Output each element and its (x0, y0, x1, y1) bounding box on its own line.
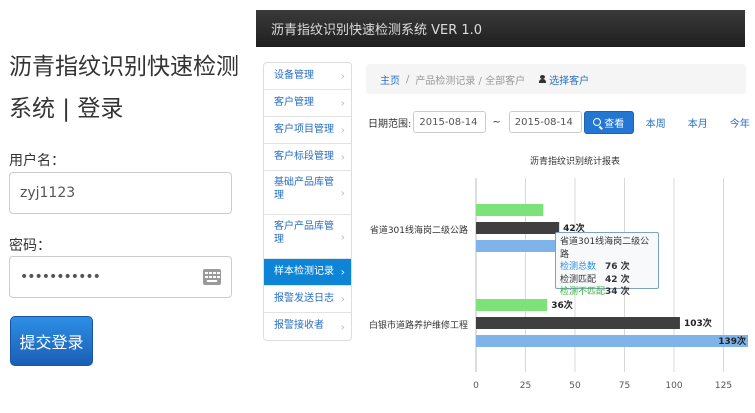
x-tick-label: 125 (715, 381, 732, 391)
sidebar-item-base-product[interactable]: 基础产品库管理 › (264, 171, 351, 215)
bar-label: 103次 (684, 317, 712, 329)
bar (476, 222, 560, 234)
user-icon (539, 75, 547, 83)
tooltip-value: 42 次 (605, 274, 630, 285)
sidebar-item-device[interactable]: 设备管理 › (264, 63, 351, 90)
x-tick-label: 25 (520, 381, 531, 391)
sidebar-item-customer-project[interactable]: 客户项目管理 › (264, 117, 351, 144)
tooltip-key: 检测匹配 (560, 274, 597, 285)
sidebar-item-label: 客户管理 (274, 97, 314, 108)
x-tick-label: 50 (569, 381, 581, 391)
sidebar-item-label: 设备管理 (274, 70, 314, 81)
chevron-right-icon: › (340, 123, 345, 137)
bar (476, 335, 748, 347)
this-year-link[interactable]: 今年 (730, 115, 750, 130)
username-value: zyj1123 (20, 185, 76, 201)
sidebar-item-sample-records[interactable]: 样本检测记录 › (264, 259, 351, 286)
chevron-right-icon: › (340, 292, 345, 306)
select-customer-link[interactable]: 选择客户 (549, 72, 589, 87)
sidebar-item-alarm-log[interactable]: 报警发送日志 › (264, 286, 351, 313)
chevron-right-icon: › (340, 186, 345, 199)
login-title: 沥青指纹识别快速检测系统 | 登录 (9, 54, 239, 122)
breadcrumb: 主页 / 产品检测记录 / 全部客户 选择客户 (366, 64, 746, 94)
sidebar-item-customer[interactable]: 客户管理 › (264, 90, 351, 117)
sidebar-item-alarm-receivers[interactable]: 报警接收者 › (264, 313, 351, 340)
tooltip-key: 检测不匹配 (560, 287, 606, 297)
sidebar-item-label: 报警接收者 (274, 320, 324, 331)
end-date-input[interactable]: 2015-08-14 (508, 111, 582, 133)
breadcrumb-current: 产品检测记录 / 全部客户 (415, 75, 526, 87)
keyboard-icon[interactable] (203, 269, 221, 285)
breadcrumb-separator: / (406, 73, 410, 85)
password-value: ••••••••••• (20, 269, 101, 285)
tooltip-value: 76 次 (605, 262, 630, 272)
username-input[interactable]: zyj1123 (9, 172, 232, 214)
chevron-right-icon: › (340, 320, 345, 333)
chevron-right-icon: › (340, 69, 345, 83)
tooltip-title: 省道301线海岗二级公路 (560, 237, 650, 260)
start-date-value: 2015-08-14 (419, 116, 478, 128)
search-icon (593, 118, 602, 126)
date-tilde: ~ (492, 116, 501, 128)
search-button[interactable]: 查看 (583, 110, 634, 134)
sidebar-item-customer-product[interactable]: 客户产品库管理 › (264, 215, 351, 259)
breadcrumb-home[interactable]: 主页 (380, 72, 400, 87)
bar-label: 36次 (551, 299, 573, 311)
sidebar-item-label: 客户产品库管理 (274, 221, 334, 245)
x-tick-label: 75 (619, 381, 630, 391)
sidebar-item-customer-section[interactable]: 客户标段管理 › (264, 144, 351, 171)
date-range-label: 日期范围: (368, 118, 412, 130)
category-label: 省道301线海岗二级公路 (370, 224, 468, 236)
username-label: 用户名： (9, 153, 65, 169)
chart-title: 沥青指纹识别统计报表 (530, 155, 620, 167)
search-label: 查看 (604, 118, 625, 130)
app-header: 沥青指纹识别快速检测系统 VER 1.0 (256, 10, 745, 47)
this-month-link[interactable]: 本月 (688, 115, 708, 130)
tooltip-value: 34 次 (605, 287, 630, 297)
category-label: 白银市道路养护维修工程 (369, 319, 468, 331)
sidebar: 设备管理 › 客户管理 › 客户项目管理 › 客户标段管理 › 基础产品库管理 › 客户产… (263, 62, 352, 341)
chevron-right-icon: › (340, 150, 345, 164)
sidebar-item-label: 客户项目管理 (274, 124, 334, 135)
start-date-input[interactable]: 2015-08-14 (413, 111, 487, 133)
chevron-right-icon: › (340, 96, 345, 110)
chevron-right-icon: › (340, 265, 345, 279)
bar (476, 317, 680, 329)
password-input[interactable]: ••••••••••• (9, 256, 232, 298)
sidebar-item-label: 基础产品库管理 (274, 177, 334, 201)
app-title: 沥青指纹识别快速检测系统 VER 1.0 (271, 23, 483, 38)
bar (476, 299, 548, 311)
tooltip-key: 检测总数 (560, 262, 597, 272)
this-week-link[interactable]: 本周 (646, 115, 666, 130)
login-panel: 沥青指纹识别快速检测系统 | 登录 用户名： zyj1123 密码： •••••… (0, 0, 250, 413)
end-date-value: 2015-08-14 (514, 116, 573, 128)
bar (476, 204, 544, 216)
date-filter: 日期范围: 2015-08-14 ~ 2015-08-14 查看 本周 本月 今… (368, 110, 750, 134)
tooltip-row: 检测总数 76 次 (560, 261, 654, 274)
x-tick-label: 100 (665, 381, 682, 391)
chart-tooltip: 省道301线海岗二级公路 检测总数 76 次 检测匹配 42 次 检测不匹配 34 次 (555, 232, 659, 297)
password-label: 密码： (9, 238, 51, 254)
sidebar-item-label: 报警发送日志 (274, 293, 334, 304)
submit-login-button[interactable]: 提交登录 (10, 316, 93, 366)
chevron-right-icon: › (340, 230, 345, 243)
sidebar-item-label: 客户标段管理 (274, 151, 334, 162)
bar-label: 139次 (718, 335, 746, 347)
tooltip-row: 检测不匹配 34 次 (560, 286, 654, 299)
x-tick-label: 0 (473, 381, 479, 391)
tooltip-row: 检测匹配 42 次 (560, 274, 654, 287)
sidebar-item-label: 样本检测记录 (274, 266, 334, 277)
